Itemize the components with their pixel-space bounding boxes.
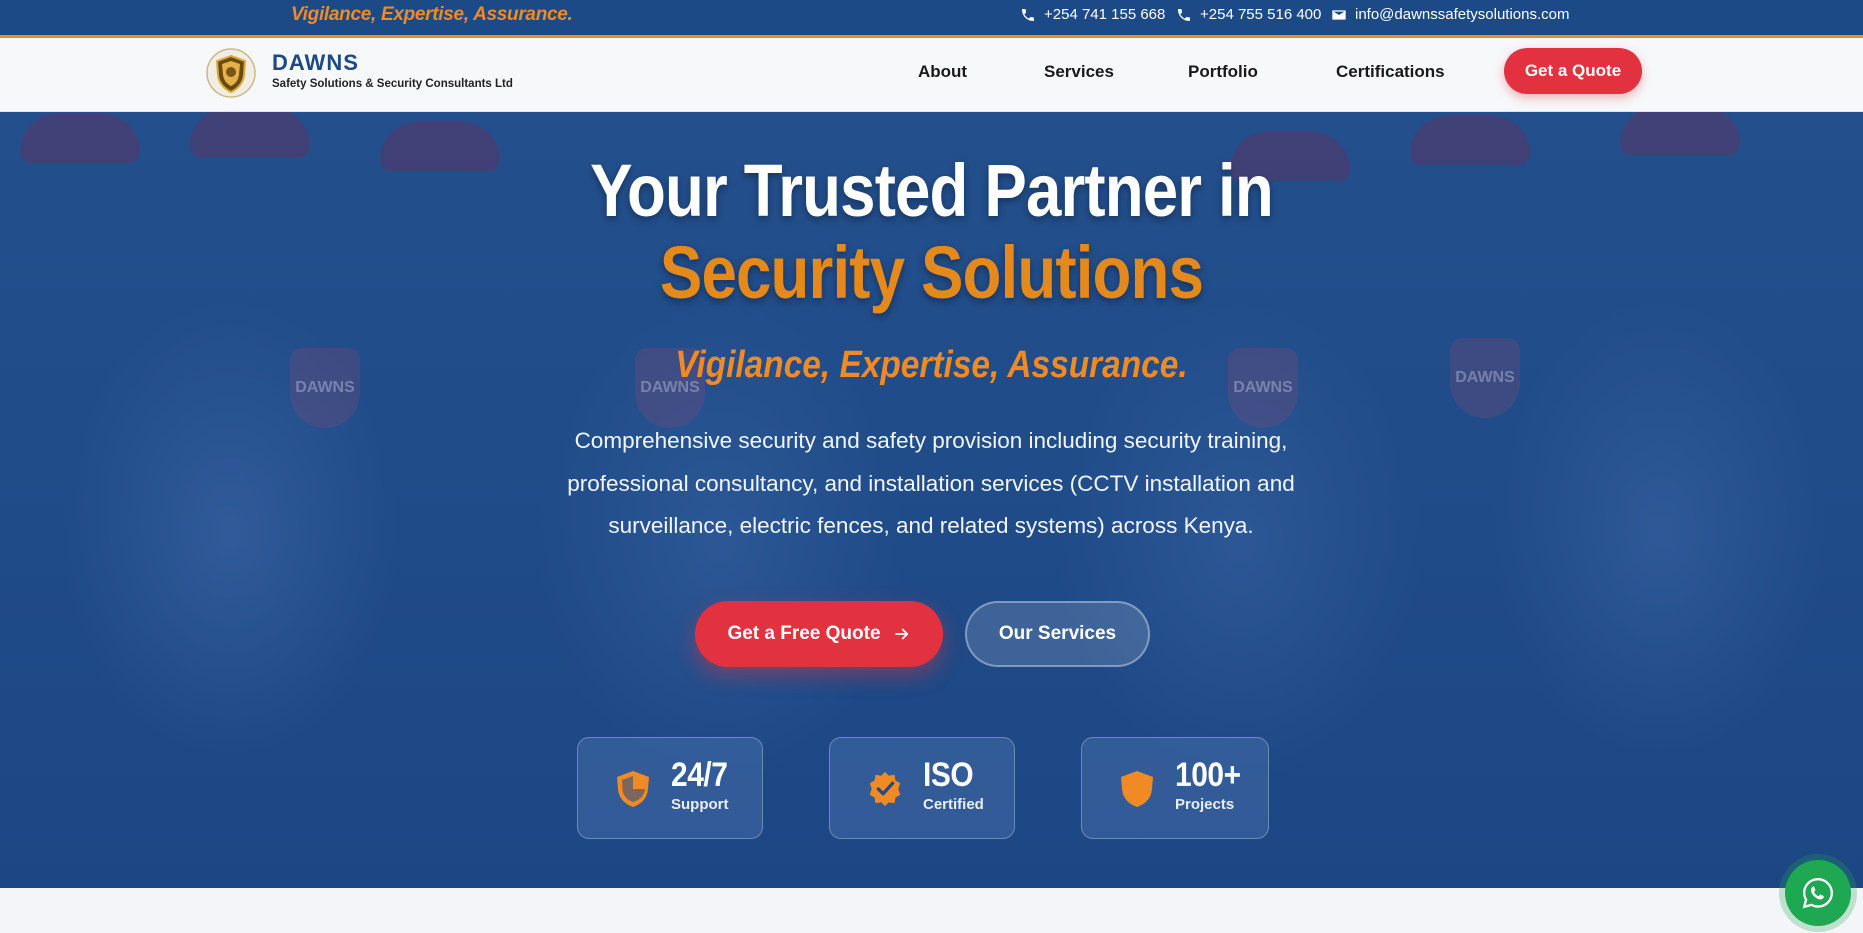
stat-label: Certified — [923, 796, 984, 813]
next-section — [0, 888, 1863, 933]
get-free-quote-button[interactable]: Get a Free Quote — [695, 601, 943, 667]
hero-title-line1: Your Trusted Partner in — [590, 149, 1274, 232]
stat-card-iso: ISO Certified — [829, 737, 1015, 839]
main-navbar: DAWNS Safety Solutions & Security Consul… — [0, 38, 1863, 112]
stat-label: Projects — [1175, 796, 1235, 813]
phone-link-1[interactable]: +254 741 155 668 — [1020, 6, 1165, 23]
hero-title-line2: Security Solutions — [659, 231, 1204, 314]
top-tagline: Vigilance, Expertise, Assurance. — [291, 4, 573, 25]
phone-icon — [1022, 8, 1034, 21]
shield-half-icon — [617, 771, 649, 807]
nav-services[interactable]: Services — [1044, 62, 1114, 82]
hero-section: DAWNS DAWNS DAWNS DAWNS Your Trusted Par… — [0, 112, 1863, 888]
phone-icon — [1178, 8, 1190, 21]
nav-get-quote-button[interactable]: Get a Quote — [1504, 48, 1642, 94]
brand-logo[interactable] — [206, 47, 256, 99]
hero-description: Comprehensive security and safety provis… — [567, 428, 1295, 538]
mail-icon — [1332, 9, 1346, 20]
background-photo — [20, 114, 140, 164]
top-bar: Vigilance, Expertise, Assurance. +254 74… — [0, 0, 1863, 38]
stat-value: 100+ — [1175, 756, 1241, 794]
our-services-button[interactable]: Our Services — [965, 601, 1150, 667]
stat-card-projects: 100+ Projects — [1081, 737, 1269, 839]
whatsapp-chat-button[interactable] — [1785, 860, 1851, 926]
stat-label: Support — [671, 796, 729, 813]
nav-about[interactable]: About — [918, 62, 967, 82]
brand-name[interactable]: DAWNS — [272, 50, 359, 76]
shield-logo-icon — [206, 48, 256, 98]
get-free-quote-label: Get a Free Quote — [727, 623, 881, 644]
stat-value: ISO — [923, 756, 974, 794]
hero-tagline: Vigilance, Expertise, Assurance. — [675, 344, 1188, 386]
verified-badge-icon — [869, 771, 901, 807]
email-address: info@dawnssafetysolutions.com — [1355, 6, 1570, 23]
whatsapp-icon — [1802, 878, 1833, 909]
nav-certifications[interactable]: Certifications — [1336, 62, 1445, 82]
stat-card-support: 24/7 Support — [577, 737, 763, 839]
shield-icon — [1121, 771, 1153, 807]
arrow-right-icon — [894, 628, 908, 640]
phone-number-2: +254 755 516 400 — [1200, 6, 1322, 23]
phone-number-1: +254 741 155 668 — [1044, 6, 1166, 23]
email-link[interactable]: info@dawnssafetysolutions.com — [1331, 6, 1570, 23]
brand-subtitle: Safety Solutions & Security Consultants … — [272, 78, 513, 90]
stat-value: 24/7 — [671, 756, 728, 794]
nav-portfolio[interactable]: Portfolio — [1188, 62, 1258, 82]
phone-link-2[interactable]: +254 755 516 400 — [1176, 6, 1321, 23]
